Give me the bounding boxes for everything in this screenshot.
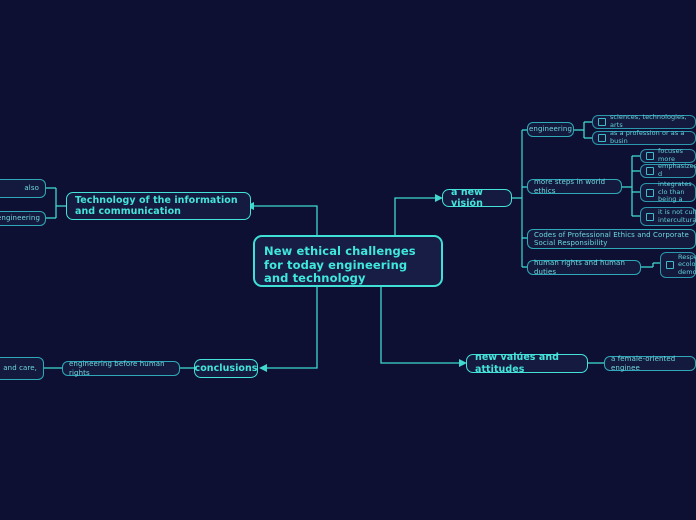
checkbox-icon[interactable]	[666, 261, 674, 269]
checkbox-icon[interactable]	[598, 134, 606, 142]
checkbox-icon[interactable]	[646, 212, 654, 221]
leaf-focuses-more[interactable]: focuses more	[640, 147, 696, 163]
leaf-female-oriented-engineering[interactable]: a female-oriented enginee	[604, 355, 696, 372]
leaf-respect-ecologic-democracy[interactable]: Respect ecologic democr	[660, 252, 696, 278]
leaf-technology-child-also[interactable]: also	[0, 179, 46, 198]
branch-new-values-attitudes-label: new valúes and attitudes	[475, 352, 559, 375]
leaf-sciences-technologies-arts[interactable]: sciences, technologies, arts	[592, 113, 696, 129]
node-human-rights-and-duties-label: human rights and human duties	[534, 259, 625, 276]
node-engineering-before-human-rights-label: engineering before human rights	[69, 360, 165, 377]
branch-technology-information-communication[interactable]: Technology of the information and commun…	[66, 192, 251, 220]
leaf-profession-or-business-label: as a profession or as a busin	[610, 129, 685, 145]
node-more-steps-world-ethics[interactable]: more steps in world ethics	[527, 178, 622, 195]
leaf-sciences-technologies-arts-label: sciences, technologies, arts	[610, 113, 687, 129]
node-engineering-label: engineering	[529, 125, 572, 134]
branch-technology-information-communication-label: Technology of the information and commun…	[75, 194, 238, 217]
branch-a-new-vision-label: a new visión	[451, 186, 483, 209]
checkbox-icon[interactable]	[646, 188, 654, 197]
node-engineering-before-human-rights[interactable]: engineering before human rights	[62, 360, 180, 377]
node-codes-professional-ethics-label: Codes of Professional Ethics and Corpora…	[534, 230, 689, 247]
branch-conclusions-label: conclusions	[194, 362, 258, 374]
root-node[interactable]: New ethical challenges for today enginee…	[253, 235, 443, 287]
leaf-technology-child-engineering-label: n engineering	[0, 214, 40, 223]
leaf-emphasizes[interactable]: emphasizes d	[640, 162, 696, 178]
checkbox-icon[interactable]	[646, 167, 654, 175]
node-engineering[interactable]: engineering	[527, 122, 574, 137]
node-human-rights-and-duties[interactable]: human rights and human duties	[527, 259, 641, 276]
checkbox-icon[interactable]	[646, 152, 654, 160]
leaf-not-culturally-label: it is not cultu interculturally	[658, 207, 696, 224]
leaf-conclusions-and-care[interactable]: and care,	[0, 357, 44, 380]
node-codes-professional-ethics[interactable]: Codes of Professional Ethics and Corpora…	[527, 229, 696, 249]
leaf-respect-ecologic-democracy-label: Respect ecologic democr	[678, 252, 696, 276]
leaf-integrates-closely-label: integrates clo than being a	[658, 180, 692, 204]
checkbox-icon[interactable]	[598, 118, 606, 126]
leaf-profession-or-business[interactable]: as a profession or as a busin	[592, 129, 696, 145]
mindmap-canvas: New ethical challenges for today enginee…	[0, 0, 696, 520]
leaf-conclusions-and-care-label: and care,	[3, 364, 37, 373]
root-node-label: New ethical challenges for today enginee…	[264, 244, 416, 286]
branch-a-new-vision[interactable]: a new visión	[442, 186, 512, 209]
branch-new-values-attitudes[interactable]: new valúes and attitudes	[466, 352, 588, 375]
leaf-female-oriented-engineering-label: a female-oriented enginee	[611, 355, 676, 372]
leaf-technology-child-also-label: also	[24, 184, 39, 193]
leaf-not-culturally[interactable]: it is not cultu interculturally	[640, 207, 696, 226]
leaf-emphasizes-label: emphasizes d	[658, 162, 696, 178]
leaf-integrates-closely[interactable]: integrates clo than being a	[640, 180, 696, 204]
branch-conclusions[interactable]: conclusions	[194, 359, 258, 378]
leaf-technology-child-engineering[interactable]: n engineering	[0, 211, 46, 226]
node-more-steps-world-ethics-label: more steps in world ethics	[534, 178, 606, 195]
